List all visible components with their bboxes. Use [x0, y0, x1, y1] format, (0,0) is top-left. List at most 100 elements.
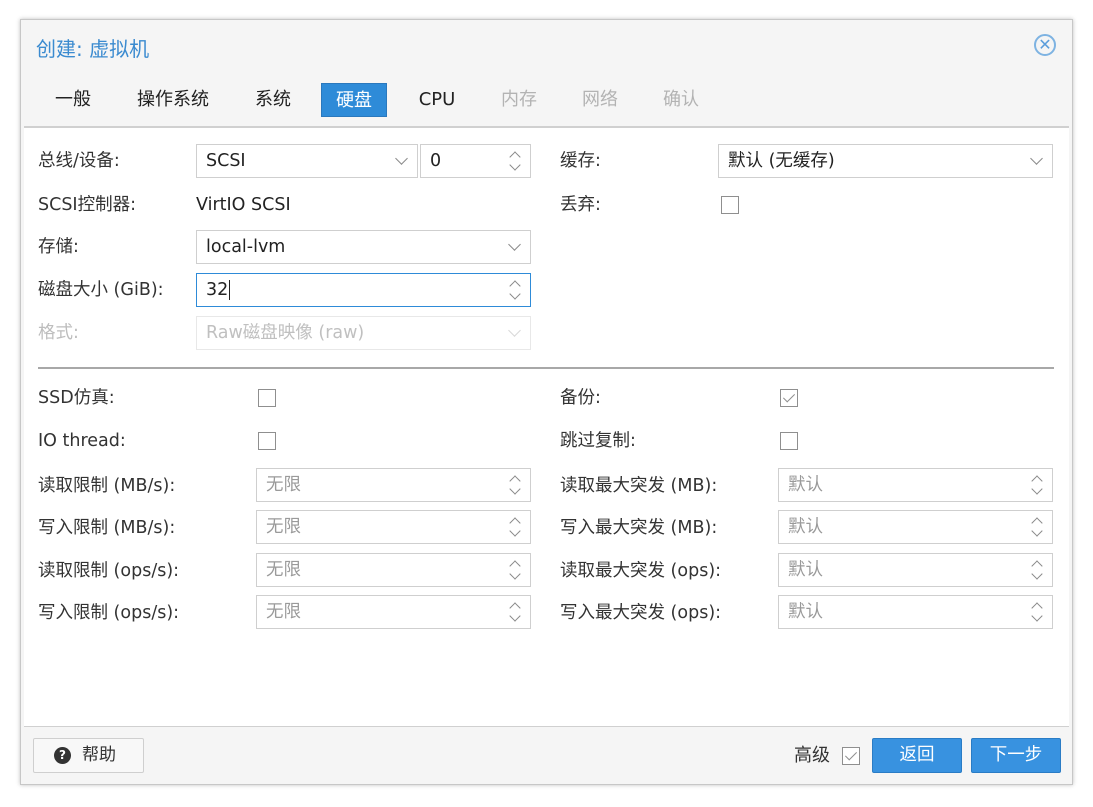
help-button-label: 帮助 [82, 745, 116, 765]
read-burst-mb-label: 读取最大突发 (MB): [560, 476, 718, 496]
read-burst-mb-field[interactable]: 默认 [778, 468, 1053, 502]
dialog-footer: ? 帮助 高级 返回 下一步 [21, 728, 1072, 784]
spinner-trigger[interactable] [1024, 596, 1052, 628]
spin-down-icon[interactable] [1031, 568, 1043, 580]
ssd-checkbox[interactable] [258, 389, 276, 407]
spinner-trigger[interactable] [1024, 511, 1052, 543]
write-limit-ops-field[interactable]: 无限 [256, 595, 531, 629]
cache-select[interactable]: 默认 (无缓存) [718, 144, 1053, 178]
read-limit-mb-placeholder: 无限 [266, 475, 301, 495]
bus-device-label: 总线/设备: [38, 151, 120, 171]
spin-down-icon[interactable] [509, 159, 521, 171]
bus-select[interactable]: SCSI [196, 144, 418, 178]
next-button[interactable]: 下一步 [971, 738, 1061, 773]
format-label: 格式: [38, 323, 79, 343]
backup-checkbox[interactable] [780, 389, 798, 407]
write-limit-mb-placeholder: 无限 [266, 517, 301, 537]
io-thread-label: IO thread: [38, 431, 126, 451]
read-limit-mb-field[interactable]: 无限 [256, 468, 531, 502]
spinner-trigger[interactable] [1024, 469, 1052, 501]
format-value: Raw磁盘映像 (raw) [206, 323, 365, 343]
tab-confirm[interactable]: 确认 [647, 83, 715, 117]
write-burst-ops-field[interactable]: 默认 [778, 595, 1053, 629]
chevron-down-icon [508, 238, 521, 251]
disk-form-panel: 总线/设备: SCSI 0 SCSI控制器: VirtIO SCSI 存储: l… [24, 126, 1069, 727]
device-spinner-trigger[interactable] [502, 145, 530, 177]
close-icon[interactable]: ✕ [1034, 34, 1056, 56]
advanced-checkbox[interactable] [842, 747, 860, 765]
spinner-trigger[interactable] [502, 469, 530, 501]
write-burst-mb-placeholder: 默认 [788, 517, 823, 537]
spin-down-icon[interactable] [509, 288, 521, 300]
backup-label: 备份: [560, 388, 601, 408]
disk-size-field[interactable]: 32 [196, 273, 531, 307]
tab-system[interactable]: 系统 [239, 83, 307, 117]
spinner-trigger[interactable] [502, 511, 530, 543]
write-limit-mb-label: 写入限制 (MB/s): [38, 518, 176, 538]
chevron-down-icon [1030, 152, 1043, 165]
read-limit-ops-field[interactable]: 无限 [256, 553, 531, 587]
scsi-controller-value: VirtIO SCSI [196, 195, 291, 215]
write-limit-ops-label: 写入限制 (ops/s): [38, 603, 180, 623]
tab-cpu[interactable]: CPU [401, 83, 473, 117]
read-burst-ops-label: 读取最大突发 (ops): [560, 561, 722, 581]
read-limit-ops-placeholder: 无限 [266, 560, 301, 580]
spin-down-icon[interactable] [1031, 525, 1043, 537]
advanced-label: 高级 [794, 745, 830, 766]
format-dropdown-trigger[interactable] [502, 317, 530, 349]
storage-label: 存储: [38, 237, 79, 257]
write-burst-ops-placeholder: 默认 [788, 602, 823, 622]
storage-select[interactable]: local-lvm [196, 230, 531, 264]
spin-down-icon[interactable] [509, 483, 521, 495]
cache-value: 默认 (无缓存) [728, 151, 835, 171]
read-burst-ops-field[interactable]: 默认 [778, 553, 1053, 587]
ssd-label: SSD仿真: [38, 388, 115, 408]
help-button[interactable]: ? 帮助 [33, 738, 144, 773]
storage-value: local-lvm [206, 237, 286, 257]
tab-network[interactable]: 网络 [566, 83, 634, 117]
write-limit-mb-field[interactable]: 无限 [256, 510, 531, 544]
write-burst-mb-field[interactable]: 默认 [778, 510, 1053, 544]
cache-label: 缓存: [560, 151, 601, 171]
spin-down-icon[interactable] [1031, 610, 1043, 622]
disk-size-value: 32 [206, 280, 229, 300]
discard-label: 丢弃: [560, 195, 601, 215]
back-button[interactable]: 返回 [872, 738, 962, 773]
storage-dropdown-trigger[interactable] [502, 231, 530, 263]
discard-checkbox[interactable] [721, 196, 739, 214]
spinner-trigger[interactable] [502, 554, 530, 586]
bus-dropdown-trigger[interactable] [389, 145, 417, 177]
spin-down-icon[interactable] [509, 525, 521, 537]
skip-replication-label: 跳过复制: [560, 431, 636, 451]
chevron-down-icon [508, 324, 521, 337]
spin-down-icon[interactable] [509, 610, 521, 622]
format-select[interactable]: Raw磁盘映像 (raw) [196, 316, 531, 350]
skip-replication-checkbox[interactable] [780, 432, 798, 450]
tab-memory[interactable]: 内存 [485, 83, 553, 117]
dialog-title: 创建: 虚拟机 [36, 37, 150, 61]
tab-os[interactable]: 操作系统 [123, 83, 223, 117]
read-limit-mb-label: 读取限制 (MB/s): [38, 476, 176, 496]
spin-down-icon[interactable] [1031, 483, 1043, 495]
cache-dropdown-trigger[interactable] [1024, 145, 1052, 177]
write-burst-ops-label: 写入最大突发 (ops): [560, 603, 722, 623]
question-circle-icon: ? [54, 747, 71, 764]
spin-down-icon[interactable] [509, 568, 521, 580]
wizard-tabs: 一般 操作系统 系统 硬盘 CPU 内存 网络 确认 [21, 83, 1072, 119]
chevron-down-icon [395, 152, 408, 165]
write-burst-mb-label: 写入最大突发 (MB): [560, 518, 718, 538]
device-number-spinner[interactable]: 0 [420, 144, 531, 178]
disk-size-spinner-trigger[interactable] [502, 274, 530, 306]
device-value: 0 [430, 151, 442, 171]
dialog-titlebar: 创建: 虚拟机 ✕ [21, 20, 1072, 72]
read-burst-mb-placeholder: 默认 [788, 475, 823, 495]
create-vm-dialog: 创建: 虚拟机 ✕ 一般 操作系统 系统 硬盘 CPU 内存 网络 确认 总线/… [20, 19, 1073, 785]
write-limit-ops-placeholder: 无限 [266, 602, 301, 622]
spinner-trigger[interactable] [1024, 554, 1052, 586]
bus-value: SCSI [206, 151, 246, 171]
io-thread-checkbox[interactable] [258, 432, 276, 450]
spinner-trigger[interactable] [502, 596, 530, 628]
tab-general[interactable]: 一般 [39, 83, 107, 117]
tab-disk[interactable]: 硬盘 [321, 83, 387, 117]
read-limit-ops-label: 读取限制 (ops/s): [38, 561, 180, 581]
